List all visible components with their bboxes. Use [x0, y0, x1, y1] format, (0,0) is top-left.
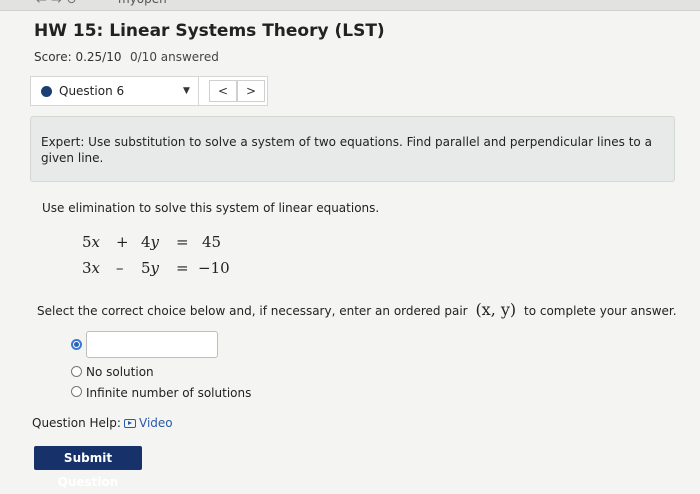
- previous-question-button[interactable]: <: [209, 80, 237, 102]
- expert-note: Expert: Use substitution to solve a syst…: [30, 116, 675, 182]
- submit-question-button[interactable]: Submit Question: [34, 446, 142, 489]
- select-choice-prompt: Select the correct choice below and, if …: [37, 300, 677, 319]
- question-help-label: Question Help:: [32, 416, 121, 430]
- ordered-pair-input[interactable]: [86, 331, 218, 358]
- eq1-operator: +: [116, 233, 129, 251]
- browser-bar: ← → ↻ myopen: [0, 0, 700, 11]
- question-navigator: Question 6 ▼ < >: [30, 76, 268, 106]
- video-play-icon: [124, 419, 136, 428]
- option-no-solution-label: No solution: [86, 365, 154, 379]
- prompt-text-after: to complete your answer.: [523, 304, 677, 318]
- eq2-operator: –: [116, 259, 124, 277]
- radio-infinite-solutions[interactable]: [71, 386, 82, 397]
- eq2-rhs: −10: [198, 259, 230, 277]
- video-help-link[interactable]: Video: [124, 416, 173, 430]
- browser-url[interactable]: myopen: [118, 0, 167, 6]
- eq1-rhs: 45: [202, 233, 222, 251]
- eq2-equals: =: [176, 259, 189, 277]
- next-question-button[interactable]: >: [237, 80, 265, 102]
- question-status-dot-icon: [41, 86, 52, 97]
- video-link-label: Video: [139, 416, 173, 430]
- question-select[interactable]: Question 6 ▼: [31, 77, 199, 105]
- eq2-coef-x: 3x: [82, 259, 101, 277]
- eq1-equals: =: [176, 233, 189, 251]
- score-text: Score: 0.25/10: [34, 50, 122, 64]
- prompt-text-before: Select the correct choice below and, if …: [37, 304, 468, 318]
- radio-no-solution[interactable]: [71, 366, 82, 377]
- instruction-text: Use elimination to solve this system of …: [42, 201, 380, 215]
- question-select-label: Question 6: [59, 84, 125, 98]
- option-infinite-label: Infinite number of solutions: [86, 386, 252, 400]
- page-title: HW 15: Linear Systems Theory (LST): [34, 21, 385, 41]
- ordered-pair-label: (x, y): [475, 300, 517, 319]
- browser-back-forward-icons[interactable]: ← → ↻: [36, 0, 77, 8]
- answered-count: 0/10 answered: [130, 50, 219, 64]
- eq1-coef-x: 5x: [82, 233, 101, 251]
- radio-ordered-pair[interactable]: [71, 339, 82, 350]
- caret-down-icon: ▼: [183, 86, 190, 96]
- eq1-coef-y: 4y: [141, 233, 160, 251]
- eq2-coef-y: 5y: [141, 259, 160, 277]
